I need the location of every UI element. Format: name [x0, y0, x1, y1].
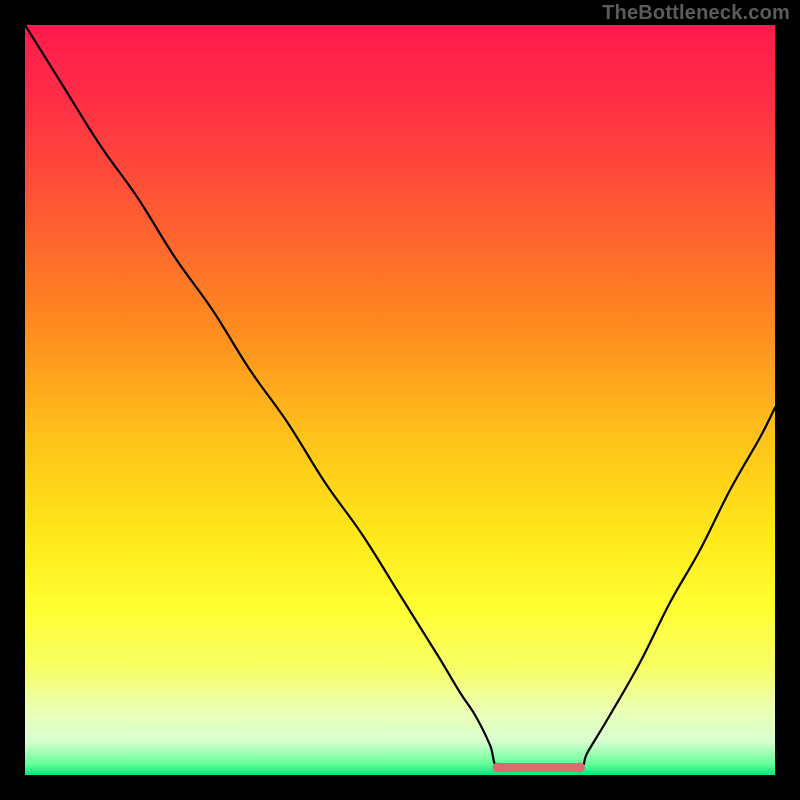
- curve-layer: [25, 25, 775, 775]
- plot-area: [25, 25, 775, 775]
- watermark-text: TheBottleneck.com: [602, 2, 790, 25]
- bottleneck-curve: [25, 25, 775, 769]
- optimal-range-dot-left: [493, 763, 503, 773]
- optimal-range-dot-right: [575, 763, 585, 773]
- chart-frame: TheBottleneck.com: [0, 0, 800, 800]
